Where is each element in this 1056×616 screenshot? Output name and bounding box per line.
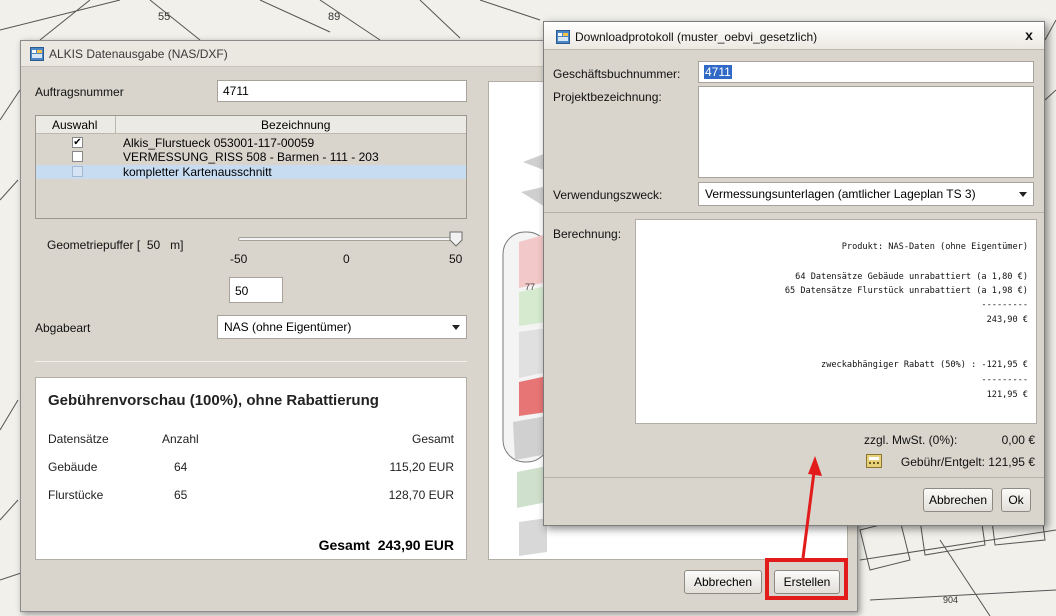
row-checkbox[interactable]: ✔: [72, 137, 83, 148]
row-checkbox[interactable]: [72, 151, 83, 162]
row-label: kompletter Kartenausschnitt: [123, 165, 272, 179]
gebuehr-entgelt: Gebühr/Entgelt: 121,95 €: [900, 455, 1035, 469]
calc-line: ---------: [981, 375, 1028, 385]
cancel-button[interactable]: Abbrechen: [684, 570, 762, 594]
selection-table: Auswahl Bezeichnung ✔ Alkis_Flurstueck 0…: [35, 115, 467, 219]
calc-line: Produkt: NAS-Daten (ohne Eigentümer): [841, 242, 1028, 252]
mwst-label: zzgl. MwSt. (0%):: [864, 433, 958, 447]
auftragsnummer-label: Auftragsnummer: [35, 85, 124, 99]
calc-line: 65 Datensätze Flurstück unrabattiert (a …: [784, 286, 1028, 296]
abgabeart-value: NAS (ohne Eigentümer): [224, 320, 352, 334]
section-divider: [35, 361, 467, 362]
section-divider: [544, 477, 1044, 478]
projektbezeichnung-textarea[interactable]: [698, 86, 1034, 178]
fee-preview-title: Gebührenvorschau (100%), ohne Rabattieru…: [48, 392, 379, 409]
chevron-down-icon: [452, 325, 460, 330]
table-header: Auswahl Bezeichnung: [36, 116, 466, 134]
abgabeart-select[interactable]: NAS (ohne Eigentümer): [217, 315, 467, 339]
downloadprotokoll-dialog: Downloadprotokoll (muster_oebvi_gesetzli…: [543, 21, 1045, 526]
verwendungszweck-value: Vermessungsunterlagen (amtlicher Lagepla…: [705, 187, 976, 201]
row-label: VERMESSUNG_RISS 508 - Barmen - 111 - 203: [123, 150, 379, 164]
berechnung-label: Berechnung:: [553, 227, 622, 241]
col-auswahl[interactable]: Auswahl: [52, 118, 97, 132]
main-dialog-title: ALKIS Datenausgabe (NAS/DXF): [49, 47, 228, 61]
table-row-selected[interactable]: kompletter Kartenausschnitt: [36, 165, 466, 179]
mwst-value: 0,00 €: [1001, 433, 1035, 447]
header-datensaetze: Datensätze: [48, 432, 109, 446]
row-label: Alkis_Flurstueck 053001-117-00059: [123, 136, 315, 150]
slider-max-label: 50: [449, 252, 463, 266]
map-label-904: 904: [943, 595, 958, 605]
download-titlebar[interactable]: Downloadprotokoll (muster_oebvi_gesetzli…: [544, 22, 1044, 50]
download-cancel-button[interactable]: Abbrechen: [923, 488, 993, 512]
auftragsnummer-input[interactable]: 4711: [217, 80, 467, 102]
fee-row-name: Gebäude: [48, 460, 98, 474]
highlight-box: [765, 558, 848, 600]
col-bezeichnung[interactable]: Bezeichnung: [261, 118, 330, 132]
header-gesamt: Gesamt: [411, 432, 454, 446]
download-dialog-title: Downloadprotokoll (muster_oebvi_gesetzli…: [575, 30, 818, 44]
calc-line: 64 Datensätze Gebäude unrabattiert (a 1,…: [795, 272, 1028, 282]
slider-mid-label: 0: [343, 252, 350, 266]
calc-line: 243,90 €: [986, 315, 1028, 325]
calc-line: ---------: [981, 300, 1028, 310]
abgabeart-label: Abgabeart: [35, 321, 91, 335]
geometriepuffer-label: Geometriepuffer [ 50 m]: [47, 238, 184, 252]
map-label-89: 89: [328, 11, 340, 23]
section-divider: [544, 212, 1044, 213]
fee-total-value: 243,90 EUR: [377, 537, 454, 553]
slider-thumb[interactable]: [449, 231, 463, 247]
calculator-icon: [866, 454, 882, 468]
geschaeftsbuchnummer-input[interactable]: 4711: [698, 61, 1034, 83]
fee-row-total: 115,20 EUR: [389, 460, 454, 474]
verwendungszweck-select[interactable]: Vermessungsunterlagen (amtlicher Lagepla…: [698, 182, 1034, 206]
fee-row-name: Flurstücke: [48, 488, 104, 502]
ok-button[interactable]: Ok: [1001, 488, 1031, 512]
table-row[interactable]: ✔ Alkis_Flurstueck 053001-117-00059: [36, 136, 466, 150]
fee-total: Gesamt 243,90 EUR: [319, 537, 454, 553]
calc-line: zweckabhängiger Rabatt (50%) : -121,95 €: [821, 360, 1028, 370]
app-icon: [556, 30, 570, 44]
geometriepuffer-slider[interactable]: [238, 237, 462, 241]
geschaeftsbuchnummer-label: Geschäftsbuchnummer:: [553, 67, 681, 81]
app-icon: [30, 47, 44, 61]
close-icon[interactable]: x: [1020, 27, 1038, 45]
slider-min-label: -50: [230, 252, 248, 266]
map-label-55: 55: [158, 11, 170, 23]
header-anzahl: Anzahl: [162, 432, 199, 446]
fee-row-total: 128,70 EUR: [388, 488, 454, 502]
calc-line: 121,95 €: [986, 390, 1028, 400]
buffer-value-input[interactable]: 50: [229, 277, 283, 303]
fee-total-label: Gesamt: [318, 537, 370, 553]
selected-text: 4711: [704, 65, 732, 79]
table-row[interactable]: VERMESSUNG_RISS 508 - Barmen - 111 - 203: [36, 150, 466, 164]
fee-row-count: 64: [174, 460, 188, 474]
projektbezeichnung-label: Projektbezeichnung:: [553, 90, 662, 104]
map-preview-label: 77: [525, 282, 535, 292]
chevron-down-icon: [1019, 192, 1027, 197]
row-checkbox[interactable]: [72, 166, 83, 177]
fee-row-count: 65: [174, 488, 188, 502]
berechnung-output: Produkt: NAS-Daten (ohne Eigentümer) 64 …: [635, 219, 1037, 424]
verwendungszweck-label: Verwendungszweck:: [553, 188, 663, 202]
fee-preview-panel: Gebührenvorschau (100%), ohne Rabattieru…: [35, 377, 467, 560]
column-divider: [115, 116, 116, 134]
